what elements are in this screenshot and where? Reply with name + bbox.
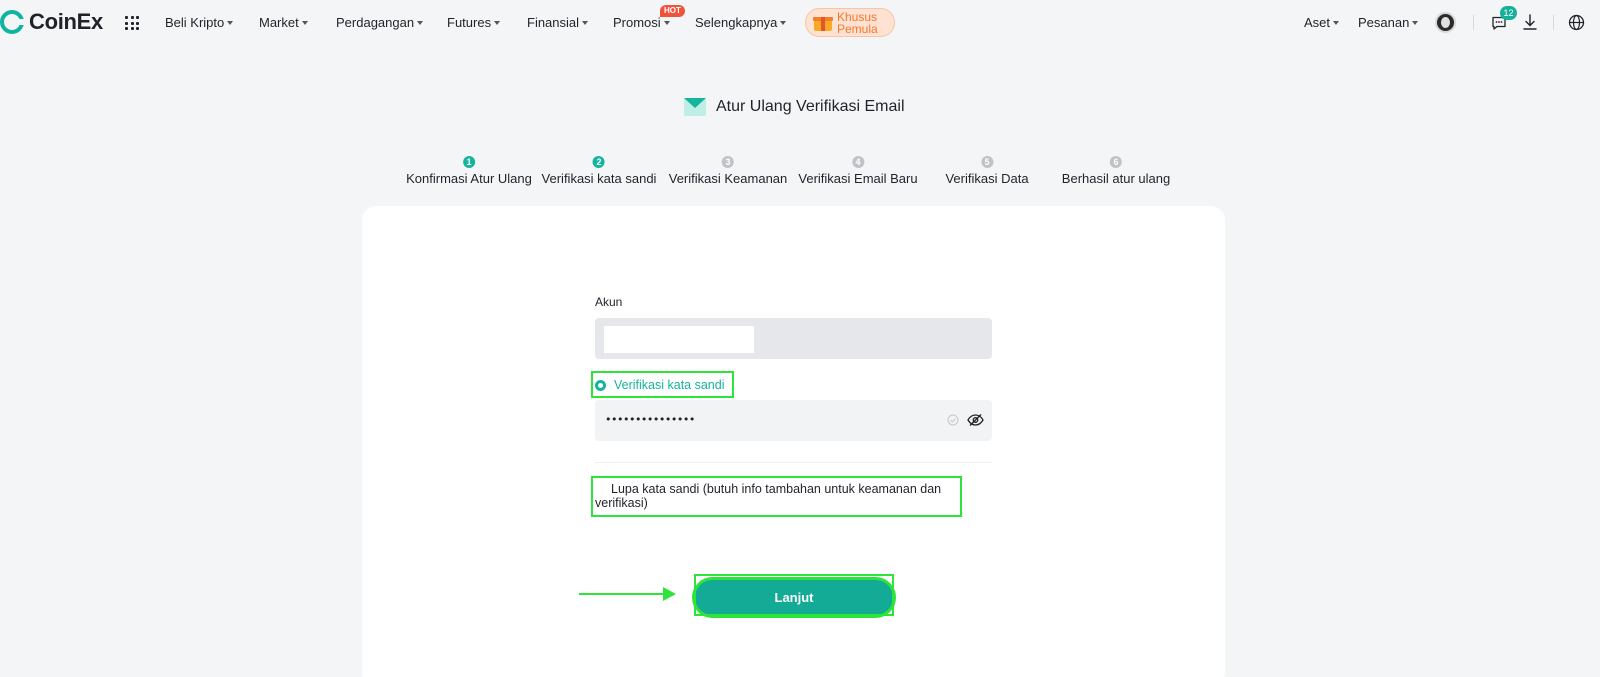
divider	[1473, 15, 1474, 30]
step-label: Verifikasi Keamanan	[668, 171, 788, 186]
newbie-promo-button[interactable]: Khusus Pemula	[805, 8, 895, 37]
step-label: Konfirmasi Atur Ulang	[406, 171, 532, 186]
step-label: Berhasil atur ulang	[1061, 171, 1171, 186]
annotation-arrow	[579, 593, 665, 595]
nav-item-finance[interactable]: Finansial	[527, 15, 589, 30]
radio-selected-icon[interactable]	[595, 379, 606, 391]
avatar[interactable]	[1435, 12, 1456, 33]
nav-orders[interactable]: Pesanan	[1358, 15, 1419, 30]
promo-text: Khusus Pemula	[837, 11, 878, 35]
step-4: 4 Verifikasi Email Baru	[798, 156, 918, 186]
option-forgot-password[interactable]: Lupa kata sandi (butuh info tambahan unt…	[595, 482, 955, 510]
nav-item-buy-crypto[interactable]: Beli Kripto	[165, 15, 234, 30]
chevron-down-icon	[227, 20, 234, 25]
download-icon[interactable]	[1522, 14, 1538, 31]
check-circle-icon	[947, 414, 959, 426]
account-field	[595, 318, 992, 359]
chevron-down-icon	[301, 20, 308, 25]
chevron-down-icon	[1333, 20, 1340, 25]
promo-line-2: Pemula	[837, 21, 878, 36]
chevron-down-icon	[582, 20, 589, 25]
step-number: 5	[981, 156, 993, 168]
brand-name: CoinEx	[29, 9, 103, 34]
chevron-down-icon	[780, 20, 787, 25]
nav-label: Futures	[447, 15, 492, 30]
coinex-logo-icon	[0, 10, 24, 34]
nav-assets[interactable]: Aset	[1304, 15, 1340, 30]
option-password-label: Verifikasi kata sandi	[614, 378, 725, 392]
nav-label: Perdagangan	[336, 15, 415, 30]
step-label: Verifikasi Email Baru	[798, 171, 918, 186]
nav-label: Selengkapnya	[695, 15, 778, 30]
apps-grid-icon[interactable]	[125, 16, 139, 30]
email-icon	[684, 97, 706, 116]
option-password-verification[interactable]: Verifikasi kata sandi	[595, 378, 724, 392]
top-navbar: CoinEx Beli Kripto Market Perdagangan Fu…	[0, 0, 1600, 46]
gift-icon	[813, 14, 833, 31]
page-title: Atur Ulang Verifikasi Email	[716, 97, 905, 115]
message-count-badge: 12	[1500, 6, 1517, 20]
step-number: 3	[721, 156, 734, 168]
chevron-down-icon	[1412, 20, 1419, 25]
step-number: 6	[1110, 156, 1122, 168]
chevron-down-icon	[663, 20, 670, 25]
nav-item-promotions[interactable]: Promosi	[613, 15, 670, 30]
step-number: 2	[593, 156, 605, 168]
eye-hidden-icon[interactable]	[967, 413, 984, 427]
option-forgot-label: Lupa kata sandi (butuh info tambahan unt…	[595, 482, 942, 510]
promo-line-1: Khusus	[837, 9, 878, 24]
nav-label: Market	[259, 15, 299, 30]
divider	[595, 462, 992, 463]
account-value	[604, 326, 754, 353]
nav-item-market[interactable]: Market	[259, 15, 308, 30]
step-label: Verifikasi kata sandi	[541, 171, 657, 186]
chevron-down-icon	[417, 20, 424, 25]
nav-orders-label: Pesanan	[1358, 15, 1410, 30]
nav-item-futures[interactable]: Futures	[447, 15, 501, 30]
nav-assets-label: Aset	[1304, 15, 1331, 30]
radio-unselected-icon[interactable]	[595, 483, 606, 494]
highlight-box	[694, 574, 894, 616]
globe-icon[interactable]	[1568, 14, 1585, 31]
nav-label: Finansial	[527, 15, 580, 30]
chevron-down-icon	[494, 20, 501, 25]
arrow-right-icon	[663, 587, 676, 601]
step-1: 1 Konfirmasi Atur Ulang	[406, 156, 532, 186]
step-5: 5 Verifikasi Data	[945, 156, 1029, 186]
step-6: 6 Berhasil atur ulang	[1062, 156, 1170, 186]
nav-item-more[interactable]: Selengkapnya	[695, 15, 787, 30]
account-label: Akun	[595, 295, 623, 309]
coinex-logo[interactable]: CoinEx	[0, 9, 103, 35]
step-number: 4	[852, 156, 864, 168]
step-3: 3 Verifikasi Keamanan	[668, 156, 788, 186]
step-label: Verifikasi Data	[945, 171, 1029, 186]
password-value: •••••••••••••••	[605, 413, 695, 426]
step-2: 2 Verifikasi kata sandi	[541, 156, 657, 186]
hot-badge: HOT	[660, 5, 685, 17]
nav-item-trading[interactable]: Perdagangan	[336, 15, 424, 30]
page-header: Atur Ulang Verifikasi Email	[684, 97, 905, 116]
nav-label: Beli Kripto	[165, 15, 225, 30]
step-number: 1	[462, 156, 475, 168]
password-input[interactable]: •••••••••••••••	[595, 400, 992, 441]
nav-label: Promosi	[613, 15, 661, 30]
divider	[1553, 15, 1554, 30]
